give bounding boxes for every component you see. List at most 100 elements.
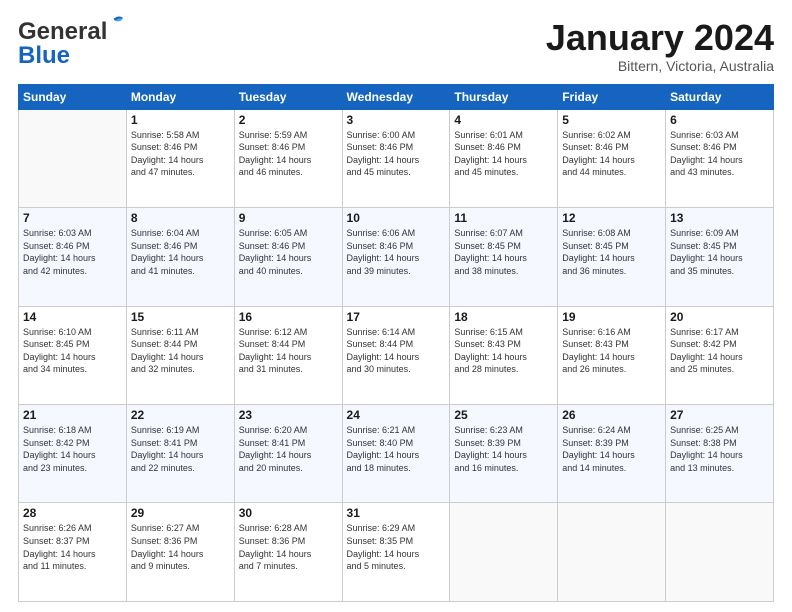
day-number: 7 <box>23 211 122 225</box>
calendar-cell: 10Sunrise: 6:06 AMSunset: 8:46 PMDayligh… <box>342 208 450 306</box>
calendar-cell: 12 Sunrise: 6:08 AMSunset: 8:45 PMDayligh… <box>558 208 666 306</box>
cell-info: Sunrise: 6:20 AMSunset: 8:41 PMDaylight:… <box>239 424 338 474</box>
calendar-cell <box>666 503 774 602</box>
calendar-cell: 5 Sunrise: 6:02 AMSunset: 8:46 PMDaylight… <box>558 109 666 207</box>
calendar-cell: 14 Sunrise: 6:10 AMSunset: 8:45 PMDayligh… <box>19 306 127 404</box>
logo-blue: Blue <box>18 42 70 70</box>
cell-info: Sunrise: 6:06 AMSunset: 8:46 PMDaylight:… <box>347 227 446 277</box>
weekday-friday: Friday <box>558 84 666 109</box>
weekday-wednesday: Wednesday <box>342 84 450 109</box>
cell-info: Sunrise: 6:10 AMSunset: 8:45 PMDaylight:… <box>23 326 122 376</box>
day-number: 12 <box>562 211 661 225</box>
weekday-sunday: Sunday <box>19 84 127 109</box>
calendar-cell: 23Sunrise: 6:20 AMSunset: 8:41 PMDayligh… <box>234 405 342 503</box>
day-number: 31 <box>347 506 446 520</box>
day-number: 1 <box>131 113 230 127</box>
day-number: 17 <box>347 310 446 324</box>
calendar-cell: 2 Sunrise: 5:59 AMSunset: 8:46 PMDaylight… <box>234 109 342 207</box>
calendar-cell: 13 Sunrise: 6:09 AMSunset: 8:45 PMDayligh… <box>666 208 774 306</box>
calendar-cell: 30Sunrise: 6:28 AMSunset: 8:36 PMDayligh… <box>234 503 342 602</box>
calendar-cell: 9 Sunrise: 6:05 AMSunset: 8:46 PMDaylight… <box>234 208 342 306</box>
cell-info: Sunrise: 6:24 AMSunset: 8:39 PMDaylight:… <box>562 424 661 474</box>
day-number: 5 <box>562 113 661 127</box>
day-number: 21 <box>23 408 122 422</box>
day-number: 19 <box>562 310 661 324</box>
cell-info: Sunrise: 6:05 AMSunset: 8:46 PMDaylight:… <box>239 227 338 277</box>
day-number: 24 <box>347 408 446 422</box>
cell-info: Sunrise: 6:11 AMSunset: 8:44 PMDaylight:… <box>131 326 230 376</box>
day-number: 8 <box>131 211 230 225</box>
day-number: 20 <box>670 310 769 324</box>
cell-info: Sunrise: 6:23 AMSunset: 8:39 PMDaylight:… <box>454 424 553 474</box>
title-block: January 2024 Bittern, Victoria, Australi… <box>546 18 774 74</box>
calendar-cell: 28 Sunrise: 6:26 AMSunset: 8:37 PMDayligh… <box>19 503 127 602</box>
calendar-cell <box>450 503 558 602</box>
calendar-cell: 29 Sunrise: 6:27 AMSunset: 8:36 PMDayligh… <box>126 503 234 602</box>
cell-info: Sunrise: 6:03 AMSunset: 8:46 PMDaylight:… <box>670 129 769 179</box>
cell-info: Sunrise: 6:19 AMSunset: 8:41 PMDaylight:… <box>131 424 230 474</box>
weekday-tuesday: Tuesday <box>234 84 342 109</box>
calendar-cell: 16 Sunrise: 6:12 AMSunset: 8:44 PMDayligh… <box>234 306 342 404</box>
cell-info: Sunrise: 6:25 AMSunset: 8:38 PMDaylight:… <box>670 424 769 474</box>
cell-info: Sunrise: 6:21 AMSunset: 8:40 PMDaylight:… <box>347 424 446 474</box>
week-row-5: 28 Sunrise: 6:26 AMSunset: 8:37 PMDayligh… <box>19 503 774 602</box>
cell-info: Sunrise: 6:12 AMSunset: 8:44 PMDaylight:… <box>239 326 338 376</box>
calendar-cell: 22 Sunrise: 6:19 AMSunset: 8:41 PMDayligh… <box>126 405 234 503</box>
calendar-cell <box>19 109 127 207</box>
calendar-cell: 24 Sunrise: 6:21 AMSunset: 8:40 PMDayligh… <box>342 405 450 503</box>
day-number: 29 <box>131 506 230 520</box>
week-row-2: 7 Sunrise: 6:03 AMSunset: 8:46 PMDaylight… <box>19 208 774 306</box>
calendar-cell: 27Sunrise: 6:25 AMSunset: 8:38 PMDayligh… <box>666 405 774 503</box>
weekday-thursday: Thursday <box>450 84 558 109</box>
week-row-3: 14 Sunrise: 6:10 AMSunset: 8:45 PMDayligh… <box>19 306 774 404</box>
cell-info: Sunrise: 6:09 AMSunset: 8:45 PMDaylight:… <box>670 227 769 277</box>
day-number: 25 <box>454 408 553 422</box>
day-number: 9 <box>239 211 338 225</box>
logo-bird-icon <box>105 14 125 34</box>
calendar-cell: 7 Sunrise: 6:03 AMSunset: 8:46 PMDaylight… <box>19 208 127 306</box>
day-number: 28 <box>23 506 122 520</box>
day-number: 13 <box>670 211 769 225</box>
cell-info: Sunrise: 6:15 AMSunset: 8:43 PMDaylight:… <box>454 326 553 376</box>
day-number: 18 <box>454 310 553 324</box>
cell-info: Sunrise: 6:03 AMSunset: 8:46 PMDaylight:… <box>23 227 122 277</box>
week-row-4: 21 Sunrise: 6:18 AMSunset: 8:42 PMDayligh… <box>19 405 774 503</box>
weekday-monday: Monday <box>126 84 234 109</box>
day-number: 26 <box>562 408 661 422</box>
day-number: 14 <box>23 310 122 324</box>
logo: General Blue <box>18 18 107 70</box>
cell-info: Sunrise: 6:18 AMSunset: 8:42 PMDaylight:… <box>23 424 122 474</box>
calendar-cell: 26 Sunrise: 6:24 AMSunset: 8:39 PMDayligh… <box>558 405 666 503</box>
day-number: 16 <box>239 310 338 324</box>
calendar-cell: 20 Sunrise: 6:17 AMSunset: 8:42 PMDayligh… <box>666 306 774 404</box>
day-number: 2 <box>239 113 338 127</box>
day-number: 3 <box>347 113 446 127</box>
location: Bittern, Victoria, Australia <box>546 58 774 74</box>
cell-info: Sunrise: 5:58 AMSunset: 8:46 PMDaylight:… <box>131 129 230 179</box>
calendar-cell: 19Sunrise: 6:16 AMSunset: 8:43 PMDayligh… <box>558 306 666 404</box>
cell-info: Sunrise: 6:29 AMSunset: 8:35 PMDaylight:… <box>347 522 446 572</box>
day-number: 30 <box>239 506 338 520</box>
cell-info: Sunrise: 6:00 AMSunset: 8:46 PMDaylight:… <box>347 129 446 179</box>
logo-general: General <box>18 18 107 45</box>
calendar-cell: 6 Sunrise: 6:03 AMSunset: 8:46 PMDaylight… <box>666 109 774 207</box>
cell-info: Sunrise: 6:26 AMSunset: 8:37 PMDaylight:… <box>23 522 122 572</box>
calendar-table: SundayMondayTuesdayWednesdayThursdayFrid… <box>18 84 774 602</box>
day-number: 4 <box>454 113 553 127</box>
cell-info: Sunrise: 5:59 AMSunset: 8:46 PMDaylight:… <box>239 129 338 179</box>
day-number: 11 <box>454 211 553 225</box>
calendar-cell: 17Sunrise: 6:14 AMSunset: 8:44 PMDayligh… <box>342 306 450 404</box>
cell-info: Sunrise: 6:02 AMSunset: 8:46 PMDaylight:… <box>562 129 661 179</box>
cell-info: Sunrise: 6:08 AMSunset: 8:45 PMDaylight:… <box>562 227 661 277</box>
day-number: 6 <box>670 113 769 127</box>
cell-info: Sunrise: 6:04 AMSunset: 8:46 PMDaylight:… <box>131 227 230 277</box>
day-number: 15 <box>131 310 230 324</box>
calendar-cell: 25 Sunrise: 6:23 AMSunset: 8:39 PMDayligh… <box>450 405 558 503</box>
day-number: 22 <box>131 408 230 422</box>
page-header: General Blue January 2024 Bittern, Victo… <box>18 18 774 74</box>
calendar-cell: 11Sunrise: 6:07 AMSunset: 8:45 PMDayligh… <box>450 208 558 306</box>
cell-info: Sunrise: 6:27 AMSunset: 8:36 PMDaylight:… <box>131 522 230 572</box>
cell-info: Sunrise: 6:17 AMSunset: 8:42 PMDaylight:… <box>670 326 769 376</box>
calendar-cell: 18 Sunrise: 6:15 AMSunset: 8:43 PMDayligh… <box>450 306 558 404</box>
calendar-cell: 15 Sunrise: 6:11 AMSunset: 8:44 PMDayligh… <box>126 306 234 404</box>
